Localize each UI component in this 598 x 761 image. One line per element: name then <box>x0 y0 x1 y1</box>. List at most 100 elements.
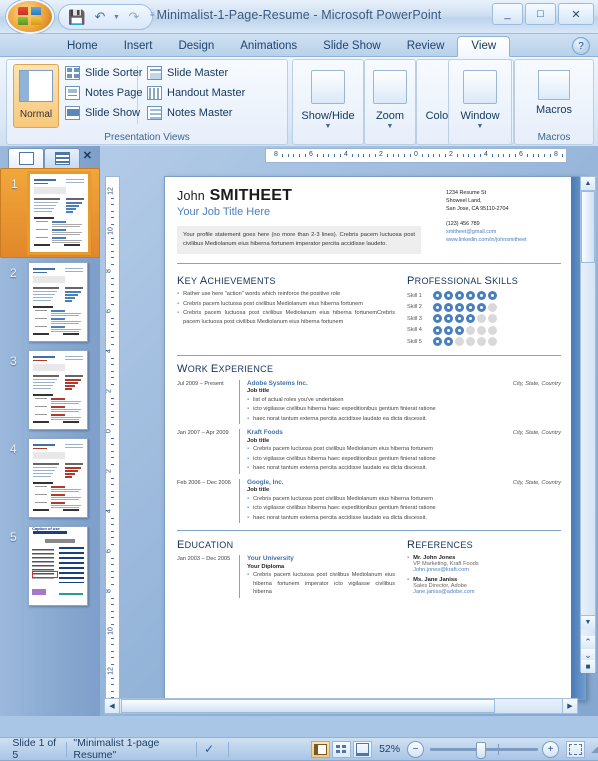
tab-insert[interactable]: Insert <box>111 37 166 56</box>
tab-view[interactable]: View <box>457 36 511 57</box>
ribbon-button-label: Zoom <box>375 110 405 122</box>
tab-review[interactable]: Review <box>394 37 458 56</box>
vertical-scroll-thumb[interactable] <box>581 191 595 263</box>
ruler-tick <box>111 257 114 259</box>
powerpoint-window: 💾 ↶ ▼ ↷ ≡ Minimalist-1-Page-Resume - Mic… <box>0 0 598 761</box>
ruler-tick <box>111 297 114 299</box>
dropdown-caret-icon[interactable]: ▼ <box>325 123 332 130</box>
slide-thumbnail-2[interactable]: 2 <box>0 258 100 346</box>
ruler-tick <box>293 154 295 157</box>
macros-icon[interactable] <box>538 70 570 100</box>
horizontal-ruler[interactable]: 8 6 4 2 0 2 4 6 8 <box>265 148 567 163</box>
presentation-views-group: Normal Presentation Views Slide Sorter No… <box>6 59 288 145</box>
bullet-item: ▪ icto vigilasse civilibus hiberna haec e… <box>247 455 561 464</box>
zoom-knob[interactable] <box>476 741 487 759</box>
ruler-tick <box>111 344 114 345</box>
slide-canvas-area: 8 6 4 2 0 2 4 6 8 1234 Resume St Showeel Land, S… <box>100 146 598 716</box>
spellcheck-icon[interactable]: ✓ <box>204 742 214 756</box>
reference-email[interactable]: Jane.janiss@adobe.com <box>413 589 474 595</box>
ruler-tick <box>111 357 114 359</box>
scroll-left-button[interactable]: ◀ <box>105 699 120 713</box>
ribbon-button-zoom[interactable]: Zoom ▼ <box>364 59 416 145</box>
outline-tab[interactable] <box>44 148 80 168</box>
reference-email[interactable]: John.jones@kraft.com <box>413 567 479 573</box>
scroll-down-button[interactable]: ▼ <box>581 615 595 629</box>
resume-job-title: Your Job Title Here <box>177 206 271 218</box>
tab-home[interactable]: Home <box>54 37 111 56</box>
scroll-up-button[interactable]: ▲ <box>581 177 595 191</box>
ruler-tick <box>474 154 476 157</box>
vertical-scrollbar[interactable]: ▲ ▼ ⌃ ⌄ ■ <box>580 176 596 673</box>
maximize-button[interactable]: □ <box>525 3 556 25</box>
slide-thumbnail-3[interactable]: 3 <box>0 346 100 434</box>
lower-columns: EDUCATION Jan 2003 – Dec 2005 Your Univer… <box>177 535 561 599</box>
ruler-tick <box>427 154 429 157</box>
slide-thumbnail-4[interactable]: 4 <box>0 434 100 522</box>
ribbon-button-slide-show[interactable]: Slide Show <box>65 106 140 120</box>
panel-close-button[interactable]: ✕ <box>83 149 92 162</box>
minimize-button[interactable]: _ <box>492 3 523 25</box>
panel-tabs: ✕ <box>0 146 100 168</box>
zoom-level[interactable]: 52% <box>379 743 400 755</box>
ruler-tick <box>439 154 441 157</box>
skill-dot <box>477 325 486 335</box>
previous-slide-button[interactable]: ⌃ <box>581 636 595 649</box>
tab-slide-show[interactable]: Slide Show <box>310 37 394 56</box>
outline-tab-icon <box>54 152 70 165</box>
fit-slide-button[interactable] <box>566 740 586 758</box>
ruler-tick <box>386 154 388 157</box>
scroll-right-button[interactable]: ▶ <box>562 699 577 713</box>
bullet-item: ▪ Crebris pacem luctuosa post civilibus M… <box>247 495 561 504</box>
bullet-text: Crebris pacem luctuosa post civilibus Me… <box>183 310 395 325</box>
zoom-slider[interactable] <box>430 741 539 759</box>
ruler-tick <box>111 524 114 526</box>
ruler-tick <box>111 637 114 639</box>
slide-thumbnail-5[interactable]: 5 Caption of use <box>0 522 100 610</box>
help-icon[interactable]: ? <box>572 37 590 55</box>
ruler-tick <box>111 237 114 239</box>
tab-animations[interactable]: Animations <box>227 37 310 56</box>
horizontal-scroll-thumb[interactable] <box>121 699 495 713</box>
normal-view-button[interactable]: Normal <box>13 64 59 128</box>
ribbon-button-slide-master[interactable]: Slide Master <box>147 66 228 80</box>
zoom-track[interactable] <box>430 741 539 759</box>
divider <box>177 354 561 356</box>
ribbon-button-show-hide[interactable]: Show/Hide ▼ <box>292 59 364 145</box>
tab-design[interactable]: Design <box>165 37 227 56</box>
close-button[interactable]: ✕ <box>558 3 594 25</box>
ribbon-button-slide-sorter[interactable]: Slide Sorter <box>65 66 142 80</box>
ribbon-button-notes-page[interactable]: Notes Page <box>65 86 142 100</box>
ribbon-button-label: Handout Master <box>167 87 246 99</box>
slides-tab[interactable] <box>8 148 44 168</box>
zoom-out-button[interactable]: − <box>407 740 425 758</box>
ribbon-button-window[interactable]: Window ▼ <box>448 59 512 145</box>
horizontal-scrollbar[interactable]: ◀ ▶ <box>104 698 578 714</box>
ruler-tick <box>111 497 114 499</box>
vertical-ruler[interactable]: 12 10 8 6 4 2 0 2 4 6 8 10 12 <box>105 176 120 700</box>
resize-grip[interactable]: ◢ <box>591 744 598 755</box>
zoom-icon <box>373 70 407 104</box>
ruler-tick <box>111 650 114 652</box>
zoom-in-button[interactable]: + <box>542 740 560 758</box>
bullet-item: ▪ Crebris pacem luctuosa post civilibus M… <box>177 300 395 309</box>
dropdown-caret-icon[interactable]: ▼ <box>477 123 484 130</box>
dropdown-caret-icon[interactable]: ▼ <box>387 123 394 130</box>
slide-canvas[interactable]: 1234 Resume St Showeel Land, San Jose, C… <box>164 176 586 700</box>
bullet-marker: ▪ <box>177 310 180 316</box>
ruler-tick <box>357 154 359 157</box>
ruler-tick-label: 4 <box>105 349 113 353</box>
ribbon-button-notes-master[interactable]: Notes Master <box>147 106 232 120</box>
references-section: REFERENCES ▪ Mr. John Jones VP Marketing, … <box>395 535 561 599</box>
macros-button-label[interactable]: Macros <box>515 104 593 116</box>
slide-thumbnail-1[interactable]: 1 <box>0 168 100 258</box>
normal-view-status-button[interactable] <box>311 740 331 758</box>
ruler-tick-label: 2 <box>379 151 383 158</box>
skill-dot <box>433 291 442 300</box>
skill-dot <box>433 314 442 323</box>
slide-sorter-status-button[interactable] <box>332 740 352 758</box>
ribbon-button-handout-master[interactable]: Handout Master <box>147 86 245 100</box>
slide-show-status-button[interactable] <box>353 740 373 758</box>
ruler-tick <box>363 154 365 157</box>
select-object-button[interactable]: ■ <box>581 660 595 673</box>
ruler-tick <box>305 154 306 157</box>
